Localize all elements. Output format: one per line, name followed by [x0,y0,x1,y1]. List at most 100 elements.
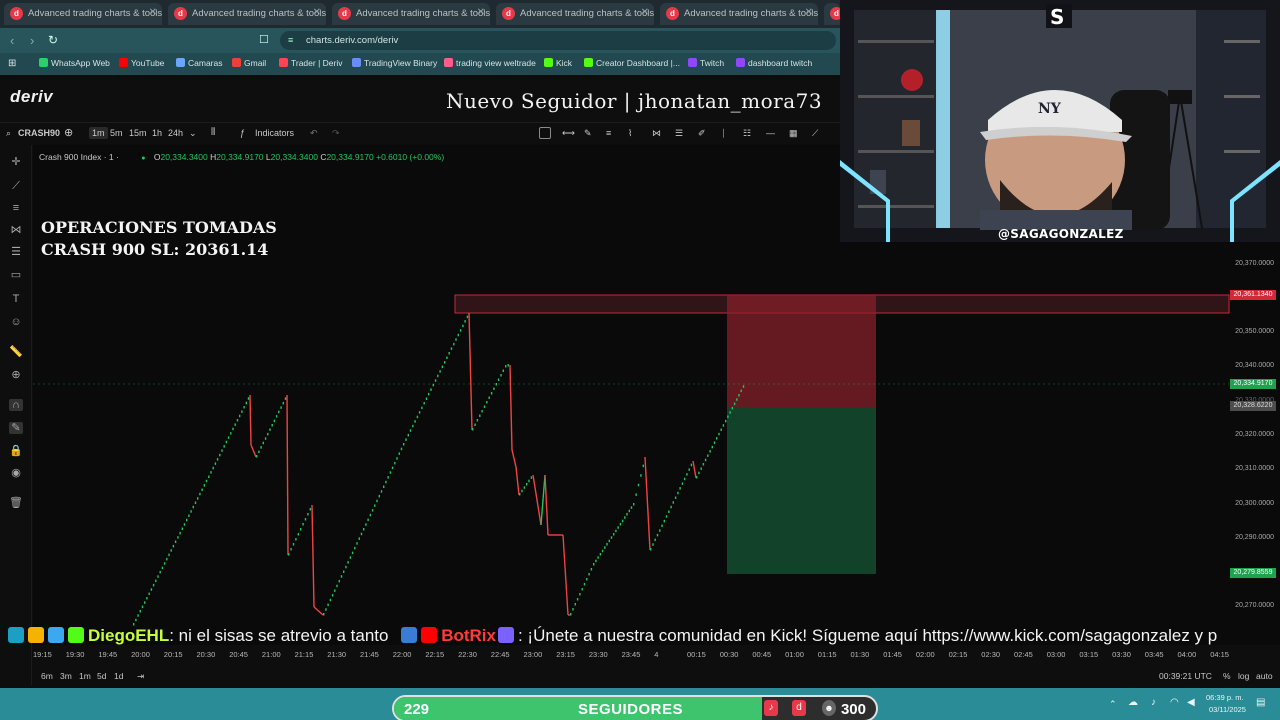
utc-clock[interactable]: 00:39:21 UTC [1159,671,1212,681]
search-icon[interactable]: ⌕ [6,128,11,139]
parallel-lines-icon[interactable]: ≡ [606,128,611,138]
magnet-icon[interactable]: ∩ [9,399,23,411]
bookmark-item[interactable]: Gmail [232,58,266,68]
volume-icon[interactable]: ◀ [1187,697,1195,708]
indicators-button[interactable]: Indicators [255,128,294,138]
range-5d[interactable]: 5d [97,671,106,681]
levels-icon[interactable]: ☷ [743,128,751,139]
instrument-name[interactable]: Crash 900 Index · 1 · [39,152,119,162]
browser-tab[interactable]: d Advanced trading charts & tools | Tr ✕ [496,3,654,25]
deriv-logo[interactable]: deriv [10,87,53,107]
forward-icon[interactable]: › [30,33,34,48]
cloud-icon[interactable]: ☁ [1128,697,1138,708]
close-icon[interactable]: ✕ [149,7,157,18]
interval-24h[interactable]: 24h [168,128,183,138]
pattern-tool-icon[interactable]: ⋈ [652,128,661,139]
close-icon[interactable]: ✕ [641,7,649,18]
percent-toggle[interactable]: % [1223,671,1231,681]
candle-up [572,608,574,611]
redo-icon[interactable]: ↷ [332,128,340,139]
interval-5m[interactable]: 5m [110,128,123,138]
microphone-icon[interactable]: ♪ [1151,697,1156,708]
lock-icon[interactable]: 🔒 [9,445,23,457]
horizontal-line-icon[interactable]: — [766,128,775,138]
bookmark-item[interactable]: Kick [544,58,572,68]
deriv-favicon-icon: d [10,7,23,20]
candle-up [663,519,665,523]
candle-up [437,374,439,378]
close-icon[interactable]: ✕ [313,7,321,18]
interval-15m[interactable]: 15m [129,128,147,138]
browser-tab[interactable]: d Advanced trading charts & tools | Tr ✕ [168,3,326,25]
text-icon[interactable]: T [9,293,23,305]
log-toggle[interactable]: log [1238,671,1249,681]
candle-up [709,450,711,453]
grid-icon[interactable]: ▦ [789,128,798,139]
apps-icon[interactable]: ⊞ [8,58,16,69]
horizontal-ray-icon[interactable]: ⟷ [562,128,575,139]
drawing-mode-icon[interactable]: ✎ [9,422,23,434]
date-range-icon[interactable]: ⇥ [137,671,144,682]
range-6m[interactable]: 6m [41,671,53,681]
range-1d[interactable]: 1d [114,671,123,681]
pen-tool-icon[interactable]: ✎ [584,128,592,139]
emoji-icon[interactable]: ☺ [9,316,23,328]
chevron-down-icon[interactable]: ⌄ [189,128,197,139]
taskbar-time[interactable]: 06:39 p. m. [1206,693,1244,702]
horizontal-lines-icon[interactable]: ≡ [9,202,23,214]
interval-1m[interactable]: 1m [89,127,108,139]
auto-toggle[interactable]: auto [1256,671,1273,681]
symbol-selector[interactable]: CRASH90 [18,128,60,138]
path-tool-icon[interactable]: ⌇ [628,128,632,139]
gmail-icon [232,58,241,67]
candle-up [421,406,423,410]
pattern-icon[interactable]: ⋈ [9,224,23,236]
vertical-line-icon[interactable]: ⎸ [723,128,732,139]
bookmark-item[interactable]: WhatsApp Web [39,58,110,68]
bookmark-item[interactable]: Trader | Deriv [279,58,343,68]
eye-icon[interactable]: ◉ [9,467,23,479]
site-info-icon[interactable]: ≡ [288,35,293,45]
fib-tool-icon[interactable]: ☰ [675,128,683,139]
chart-bottom-bar: 6m 3m 1m 5d 1d ⇥ 00:39:21 UTC % log auto [33,668,1280,685]
brush-tool-icon[interactable]: ✐ [698,128,706,139]
trash-icon[interactable]: 🗑 [9,497,23,509]
undo-icon[interactable]: ↶ [310,128,318,139]
add-symbol-icon[interactable]: ⊕ [64,126,73,139]
reload-icon[interactable]: ↻ [48,33,58,47]
taskbar-date[interactable]: 03/11/2025 [1209,705,1246,714]
bookmark-icon[interactable]: ☐ [259,33,269,46]
bookmark-item[interactable]: trading view weltrade [444,58,536,68]
candle-up [472,428,474,431]
candles-icon[interactable]: ⫴ [211,127,215,138]
close-icon[interactable]: ✕ [805,7,813,18]
trend-line-icon[interactable]: ⟋ [9,180,23,192]
zoom-icon[interactable]: ⊕ [9,369,23,381]
time-axis[interactable]: 19:15 19:30 19:45 20:00 20:15 20:30 20:45 21:00… [33,650,1280,662]
browser-tab-partial[interactable]: d [824,3,840,25]
range-3m[interactable]: 3m [60,671,72,681]
chevron-up-icon[interactable]: ⌃ [1109,699,1117,710]
close-icon[interactable]: ✕ [477,7,485,18]
crosshair-icon[interactable]: ✛ [9,156,23,168]
wifi-icon[interactable]: ◠ [1170,697,1179,708]
range-1m[interactable]: 1m [79,671,91,681]
bookmark-item[interactable]: Camaras [176,58,222,68]
fib-icon[interactable]: ☰ [9,246,23,258]
trend-line-icon[interactable]: ⟋ [812,128,818,139]
bookmark-item[interactable]: dashboard twitch [736,58,812,68]
shapes-icon[interactable]: ▭ [9,269,23,281]
notification-icon[interactable]: ▤ [1256,697,1265,708]
back-icon[interactable]: ‹ [10,33,14,48]
bookmark-item[interactable]: TradingView Binary [352,58,437,68]
bookmark-item[interactable]: Twitch [688,58,724,68]
interval-1h[interactable]: 1h [152,128,162,138]
rectangle-tool-icon[interactable] [539,127,551,139]
browser-tab[interactable]: d Advanced trading charts & tools | Tr ✕ [4,3,162,25]
ruler-icon[interactable]: 📏 [9,346,23,358]
browser-tab[interactable]: d Advanced trading charts & tools | Tr ✕ [332,3,490,25]
bookmark-item[interactable]: YouTube [119,58,164,68]
url-field[interactable]: ≡ charts.deriv.com/deriv [280,31,836,50]
bookmark-item[interactable]: Creator Dashboard |... [584,58,680,68]
browser-tab[interactable]: d Advanced trading charts & tools | Tr ✕ [660,3,818,25]
